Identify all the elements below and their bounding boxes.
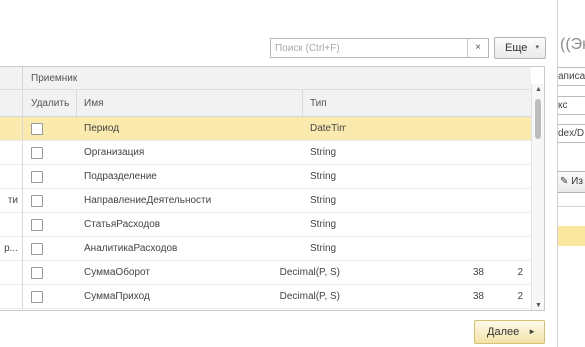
arrow-right-icon: ► <box>528 327 536 336</box>
row-type: String <box>310 171 337 182</box>
group-header-label: Приемник <box>31 73 78 84</box>
table-row[interactable]: СтатьяРасходов String <box>0 213 531 237</box>
row-left-cell <box>0 285 23 309</box>
delete-checkbox[interactable] <box>31 195 43 207</box>
row-length <box>472 165 484 189</box>
row-length <box>472 117 484 141</box>
row-length <box>472 237 484 261</box>
more-button[interactable]: Еще ▾ <box>494 37 546 59</box>
scroll-down-icon[interactable]: ▼ <box>532 300 544 310</box>
row-name: Организация <box>84 147 145 158</box>
row-precision: 2 <box>517 291 523 302</box>
row-length <box>472 141 484 165</box>
table-row[interactable]: СуммаПриход Decimal(P, S) 38 2 <box>0 285 531 309</box>
column-header-type[interactable]: Тип <box>303 90 531 117</box>
group-header: Приемник <box>0 67 531 90</box>
table-row[interactable]: Подразделение String <box>0 165 531 189</box>
row-length <box>472 189 484 213</box>
row-left-cell <box>0 117 23 141</box>
delete-checkbox[interactable] <box>31 243 43 255</box>
row-precision <box>515 165 523 189</box>
row-left-cell: ти <box>0 189 23 213</box>
row-precision <box>515 141 523 165</box>
row-type: Decimal(P, S) <box>279 267 340 278</box>
column-header-left[interactable] <box>0 90 23 117</box>
row-type: String <box>310 243 337 254</box>
row-left-cell <box>0 141 23 165</box>
row-left-cell: р... <box>0 237 23 261</box>
side-field-1[interactable]: аписа <box>558 67 585 86</box>
row-left-text: ти <box>7 195 18 206</box>
row-name: НаправлениеДеятельности <box>84 195 212 206</box>
row-precision <box>515 237 523 261</box>
main-panel: × Еще ▾ Приемник Удалить Имя Тип Период D… <box>0 0 557 347</box>
table-row[interactable]: Период DateTime <box>0 117 531 141</box>
row-name: Период <box>84 123 120 134</box>
table-row[interactable]: р... АналитикаРасходов String <box>0 237 531 261</box>
table-body: ПериодDateTimeОрганизацияStringПодраздел… <box>0 117 531 309</box>
row-precision <box>515 117 523 141</box>
column-header-name[interactable]: Имя <box>77 90 303 117</box>
row-name: СуммаОборот <box>84 267 150 278</box>
side-selected-strip <box>558 226 585 246</box>
row-type: DateTime <box>310 123 346 134</box>
scroll-thumb[interactable] <box>535 99 541 139</box>
side-field-2[interactable]: кс <box>558 96 585 115</box>
row-name: Подразделение <box>84 171 157 182</box>
delete-checkbox[interactable] <box>31 267 43 279</box>
chevron-down-icon: ▾ <box>535 44 539 51</box>
table-row[interactable]: СуммаОборот Decimal(P, S) 38 2 <box>0 261 531 285</box>
delete-checkbox[interactable] <box>31 219 43 231</box>
mapping-table: Приемник Удалить Имя Тип Период DateTime О… <box>0 66 545 311</box>
row-precision <box>515 213 523 237</box>
row-type: String <box>310 195 337 206</box>
delete-checkbox[interactable] <box>31 291 43 303</box>
row-type: String <box>310 147 337 158</box>
scroll-up-icon[interactable]: ▲ <box>532 84 544 96</box>
row-left-text: р... <box>4 243 18 254</box>
search-clear-button[interactable]: × <box>467 39 488 57</box>
row-name: АналитикаРасходов <box>84 243 178 254</box>
delete-checkbox[interactable] <box>31 123 43 135</box>
row-type: Decimal(P, S) <box>279 291 340 302</box>
row-length <box>472 213 484 237</box>
row-length: 38 <box>472 291 484 302</box>
table-row[interactable]: ти НаправлениеДеятельности String <box>0 189 531 213</box>
side-field-3[interactable]: dex/D <box>558 124 585 143</box>
side-divider <box>558 206 585 207</box>
row-name: СуммаПриход <box>84 291 150 302</box>
row-name: СтатьяРасходов <box>84 219 161 230</box>
row-type: String <box>310 219 337 230</box>
next-button-label: Далее <box>487 326 520 338</box>
next-button[interactable]: Далее ► <box>474 320 545 344</box>
side-button[interactable]: ✎ Из <box>558 171 585 193</box>
delete-checkbox[interactable] <box>31 171 43 183</box>
side-panel-title: ((Эк <box>560 36 585 53</box>
row-left-cell <box>0 165 23 189</box>
row-left-cell <box>0 213 23 237</box>
group-header-left <box>0 67 23 90</box>
search-input[interactable] <box>271 39 467 57</box>
side-button-icon: ✎ <box>560 176 572 187</box>
row-precision <box>515 189 523 213</box>
side-panel: ((Эк аписа кс dex/D ✎ Из <box>557 0 585 347</box>
vertical-scrollbar[interactable]: ▲ ▼ <box>531 84 544 310</box>
search-box: × <box>270 38 489 58</box>
row-precision: 2 <box>517 267 523 278</box>
more-button-label: Еще <box>505 42 528 54</box>
column-header-row: Удалить Имя Тип <box>0 90 531 117</box>
table-row[interactable]: Организация String <box>0 141 531 165</box>
delete-checkbox[interactable] <box>31 147 43 159</box>
column-header-delete[interactable]: Удалить <box>23 90 77 117</box>
row-left-cell <box>0 261 23 285</box>
row-length: 38 <box>472 267 484 278</box>
side-button-label: Из <box>571 176 583 187</box>
